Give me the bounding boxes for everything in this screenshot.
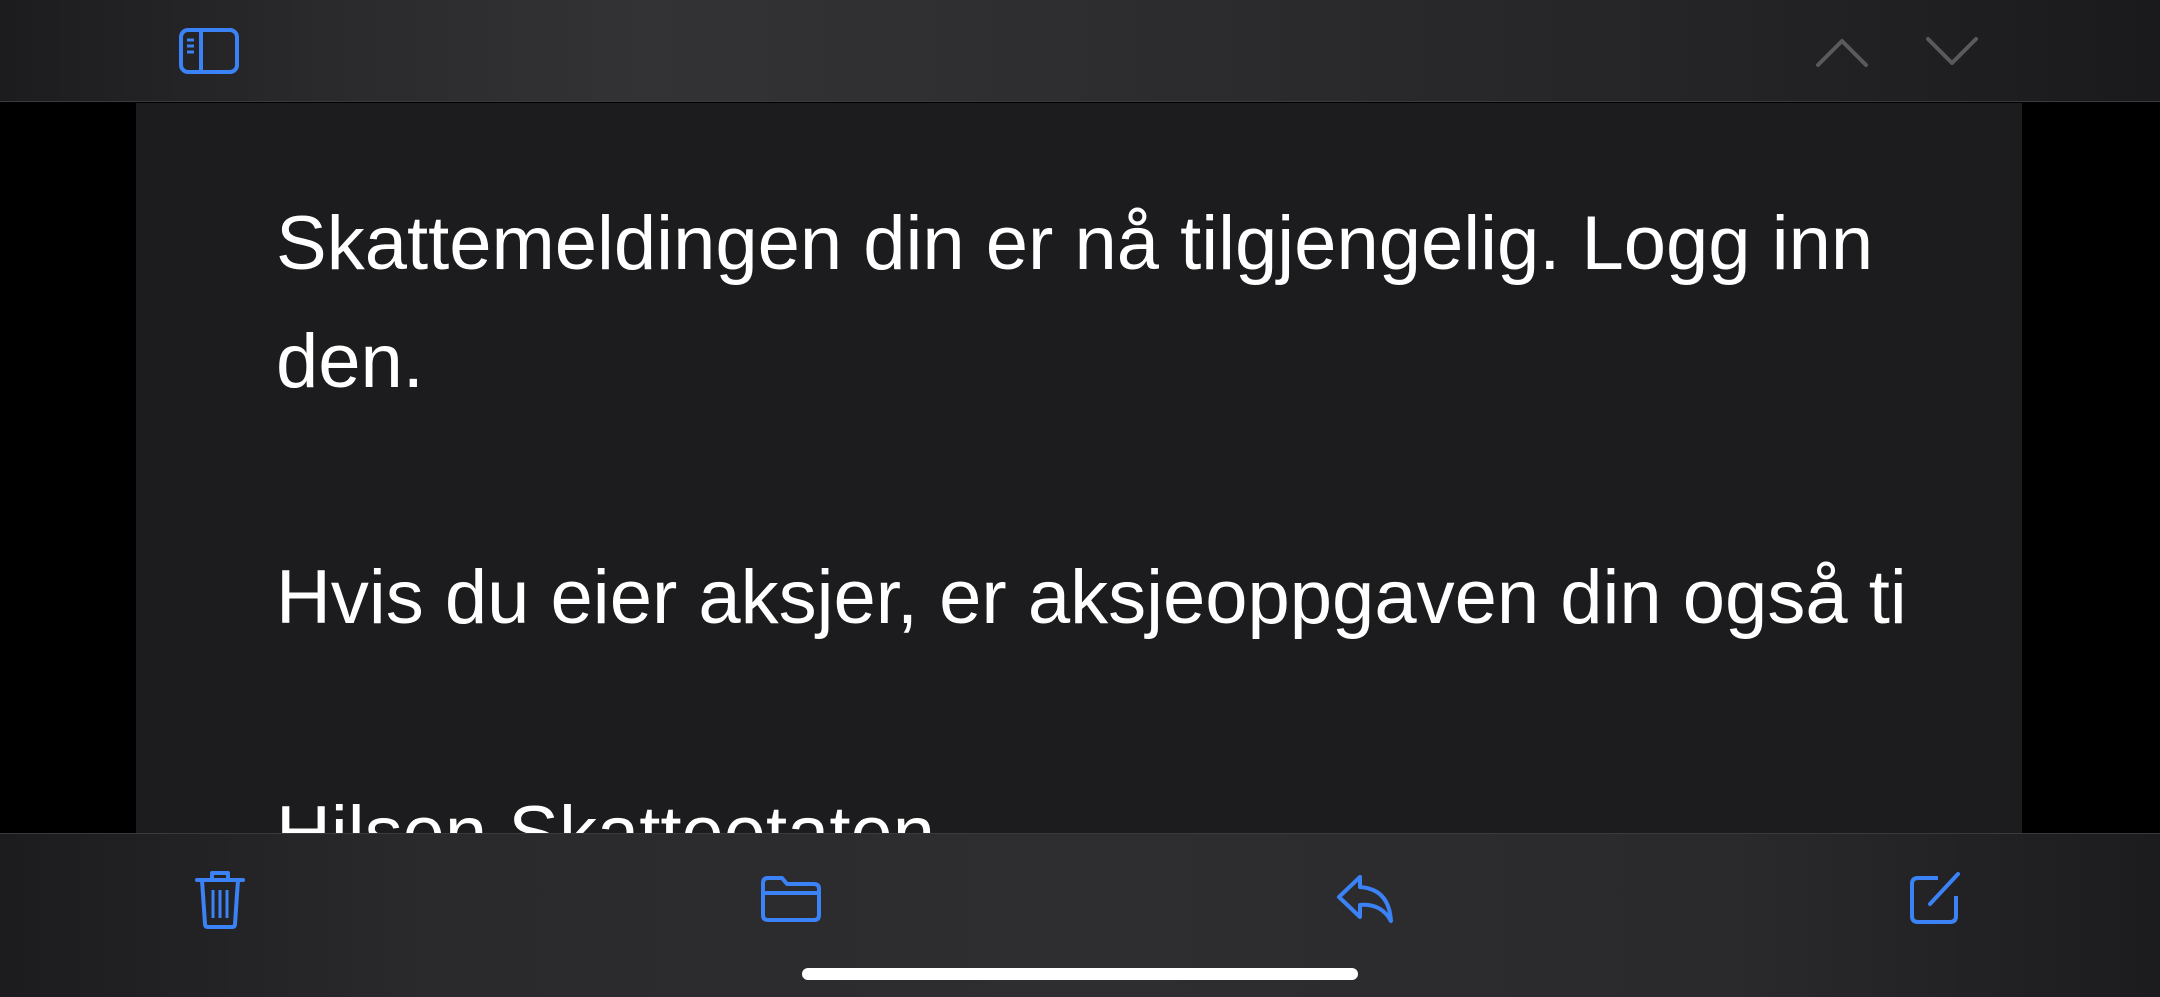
reply-icon	[1337, 875, 1393, 923]
sidebar-icon	[179, 28, 239, 74]
message-text: Skattemeldingen din er nå tilgjengelig. …	[276, 185, 2022, 833]
message-line: den.	[276, 319, 424, 404]
message-line: Hilsen Skatteetaten	[276, 791, 935, 833]
trash-icon	[195, 871, 245, 929]
previous-message-button[interactable]	[1810, 28, 1874, 76]
bottom-toolbar	[0, 833, 2160, 997]
message-line: Skattemeldingen din er nå tilgjengelig. …	[276, 201, 1874, 286]
chevron-up-icon	[1816, 39, 1868, 67]
compose-button[interactable]	[1906, 866, 1966, 928]
sidebar-toggle-button[interactable]	[176, 26, 242, 76]
chevron-down-icon	[1926, 37, 1978, 65]
compose-icon	[1910, 872, 1960, 924]
message-line: Hvis du eier aksjer, er aksjeoppgaven di…	[276, 555, 1907, 640]
top-navigation-bar	[0, 0, 2160, 102]
folder-icon	[761, 876, 821, 922]
reply-button[interactable]	[1334, 868, 1396, 928]
mail-message-screen: Skattemeldingen din er nå tilgjengelig. …	[0, 0, 2160, 997]
message-body: Skattemeldingen din er nå tilgjengelig. …	[136, 103, 2022, 833]
move-to-folder-button[interactable]	[756, 868, 826, 928]
next-message-button[interactable]	[1920, 28, 1984, 76]
message-paragraph: Hvis du eier aksjer, er aksjeoppgaven di…	[276, 539, 2022, 657]
message-paragraph: Skattemeldingen din er nå tilgjengelig. …	[276, 185, 2022, 421]
home-indicator[interactable]	[802, 968, 1358, 980]
message-signature: Hilsen Skatteetaten	[276, 775, 2022, 833]
trash-button[interactable]	[190, 866, 250, 932]
